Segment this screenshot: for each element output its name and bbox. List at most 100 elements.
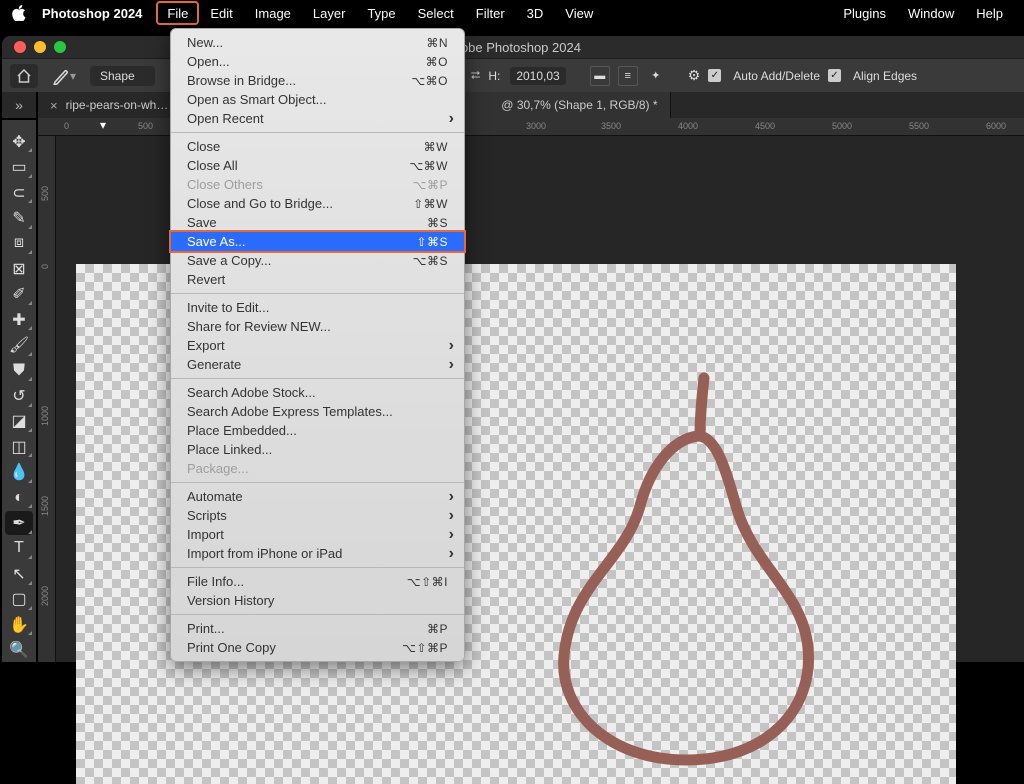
menuitem-close-go-bridge[interactable]: Close and Go to Bridge...⇧⌘W (171, 194, 464, 213)
menuitem-open-recent[interactable]: Open Recent (171, 109, 464, 128)
menuitem-save-copy[interactable]: Save a Copy...⌥⌘S (171, 251, 464, 270)
menuitem-file-info[interactable]: File Info...⌥⇧⌘I (171, 572, 464, 591)
menu-layer[interactable]: Layer (302, 0, 357, 26)
chain-icon[interactable]: ⮂ (471, 68, 481, 83)
menu-plugins[interactable]: Plugins (832, 0, 897, 26)
menuitem-share-review[interactable]: Share for Review NEW... (171, 317, 464, 336)
history-brush-tool[interactable]: ↺ (5, 384, 33, 407)
menu-type[interactable]: Type (356, 0, 406, 26)
ruler-tick: 3500 (601, 121, 621, 131)
shape-tool[interactable]: ▢ (5, 588, 33, 611)
macos-menubar: Photoshop 2024 File Edit Image Layer Typ… (0, 0, 1024, 26)
frame-tool[interactable]: ⊠ (5, 257, 33, 280)
menu-view[interactable]: View (554, 0, 604, 26)
menu-window[interactable]: Window (897, 0, 965, 26)
quick-select-tool[interactable]: ✎ (5, 206, 33, 229)
menuitem-new[interactable]: New...⌘N (171, 33, 464, 52)
h-value-field[interactable]: 2010,03 (510, 67, 565, 85)
options-bar: ▾ Shape ⮂ H: 2010,03 ▬ ≡ ✦ ⚙ ✓ Auto Add/… (2, 58, 1024, 92)
ruler-caret-icon: ▾ (100, 118, 106, 132)
auto-add-delete-checkbox[interactable]: ✓ (708, 69, 721, 82)
ruler-tick: 1500 (40, 496, 50, 516)
vertical-ruler[interactable]: 500 0 1000 1500 2000 (38, 136, 56, 662)
tool-mode-label: Shape (100, 69, 135, 83)
auto-add-delete-label: Auto Add/Delete (733, 69, 820, 83)
document-tab-2-label: @ 30,7% (Shape 1, RGB/8) * (501, 98, 657, 112)
marquee-tool[interactable]: ▭ (5, 155, 33, 178)
ruler-tick: 3000 (526, 121, 546, 131)
menu-file[interactable]: File (156, 1, 199, 25)
tool-settings-icon[interactable]: ⚙ (688, 67, 701, 84)
healing-tool[interactable]: ✚ (5, 308, 33, 331)
document-tab-1[interactable]: × ripe-pears-on-wh… (38, 92, 181, 118)
eraser-tool[interactable]: ◪ (5, 410, 33, 433)
menu-edit[interactable]: Edit (199, 0, 243, 26)
zoom-tool[interactable]: 🔍 (5, 638, 33, 661)
ruler-tick: 500 (40, 186, 50, 201)
menuitem-import-ios[interactable]: Import from iPhone or iPad (171, 544, 464, 563)
menu-3d[interactable]: 3D (516, 0, 555, 26)
window-close-button[interactable] (14, 41, 26, 53)
menuitem-close-all[interactable]: Close All⌥⌘W (171, 156, 464, 175)
stamp-tool[interactable]: ⛊ (5, 359, 33, 382)
path-op-button-3[interactable]: ✦ (646, 66, 666, 86)
menu-help[interactable]: Help (965, 0, 1014, 26)
file-menu-dropdown: New...⌘N Open...⌘O Browse in Bridge...⌥⌘… (170, 28, 465, 662)
move-tool[interactable]: ✥ (5, 130, 33, 153)
window-minimize-button[interactable] (34, 41, 46, 53)
path-op-button-2[interactable]: ≡ (618, 66, 638, 86)
ruler-tick: 4000 (678, 121, 698, 131)
menuitem-close[interactable]: Close⌘W (171, 137, 464, 156)
menu-select[interactable]: Select (407, 0, 465, 26)
type-tool[interactable]: T (5, 537, 33, 560)
pen-tool[interactable]: ✒ (5, 511, 33, 534)
blur-tool[interactable]: 💧 (5, 460, 33, 483)
hand-tool[interactable]: ✋ (5, 613, 33, 636)
traffic-lights (2, 41, 66, 53)
menuitem-generate[interactable]: Generate (171, 355, 464, 374)
menuitem-export[interactable]: Export (171, 336, 464, 355)
ruler-tick: 500 (138, 121, 153, 131)
menuitem-close-others: Close Others⌥⌘P (171, 175, 464, 194)
menuitem-version-history[interactable]: Version History (171, 591, 464, 610)
pear-drawing (526, 366, 846, 776)
window-title: Adobe Photoshop 2024 (2, 40, 1024, 55)
menuitem-search-express[interactable]: Search Adobe Express Templates... (171, 402, 464, 421)
tool-mode-picker[interactable]: Shape (90, 66, 155, 86)
gradient-tool[interactable]: ◫ (5, 435, 33, 458)
menuitem-print-one[interactable]: Print One Copy⌥⇧⌘P (171, 638, 464, 657)
app-name[interactable]: Photoshop 2024 (28, 6, 156, 21)
window-zoom-button[interactable] (54, 41, 66, 53)
menuitem-open[interactable]: Open...⌘O (171, 52, 464, 71)
menuitem-browse-bridge[interactable]: Browse in Bridge...⌥⌘O (171, 71, 464, 90)
menuitem-open-smart-object[interactable]: Open as Smart Object... (171, 90, 464, 109)
menuitem-invite-edit[interactable]: Invite to Edit... (171, 298, 464, 317)
ruler-tick: 0 (64, 121, 69, 131)
menuitem-import[interactable]: Import (171, 525, 464, 544)
menuitem-place-embedded[interactable]: Place Embedded... (171, 421, 464, 440)
menu-filter[interactable]: Filter (465, 0, 516, 26)
brush-tool[interactable]: 🖌 (5, 333, 33, 356)
eyedropper-tool[interactable]: ✐ (5, 283, 33, 306)
apple-menu-icon[interactable] (10, 5, 28, 21)
close-tab-icon[interactable]: × (50, 98, 58, 113)
path-op-button-1[interactable]: ▬ (590, 66, 610, 86)
path-select-tool[interactable]: ↖ (5, 562, 33, 585)
dodge-tool[interactable]: ◐ (5, 486, 33, 509)
menuitem-print[interactable]: Print...⌘P (171, 619, 464, 638)
menuitem-save[interactable]: Save⌘S (171, 213, 464, 232)
lasso-tool[interactable]: ⊂ (5, 181, 33, 204)
menuitem-place-linked[interactable]: Place Linked... (171, 440, 464, 459)
align-edges-checkbox[interactable]: ✓ (828, 69, 841, 82)
menuitem-revert[interactable]: Revert (171, 270, 464, 289)
panel-collapse-button[interactable]: » (2, 92, 36, 118)
crop-tool[interactable]: ⧈ (5, 232, 33, 255)
menuitem-save-as[interactable]: Save As...⇧⌘S (171, 232, 464, 251)
menuitem-scripts[interactable]: Scripts (171, 506, 464, 525)
menu-image[interactable]: Image (244, 0, 302, 26)
home-button[interactable] (10, 64, 38, 88)
window-titlebar: Adobe Photoshop 2024 (2, 36, 1024, 58)
current-tool-icon[interactable]: ▾ (46, 64, 82, 88)
menuitem-search-stock[interactable]: Search Adobe Stock... (171, 383, 464, 402)
menuitem-automate[interactable]: Automate (171, 487, 464, 506)
